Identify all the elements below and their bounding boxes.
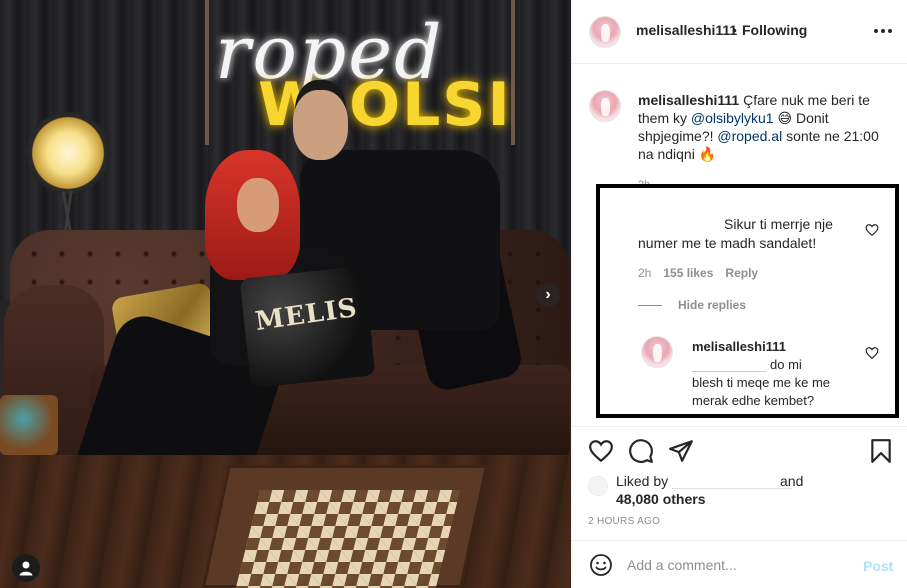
liked-by-and: and	[780, 473, 804, 489]
tagged-users-button[interactable]	[12, 554, 40, 582]
carousel-next-button[interactable]: ›	[536, 283, 560, 307]
post-caption: melisalleshi111 Çfare nuk me beri te the…	[638, 91, 893, 163]
reply-text: do mi blesh ti meqe me ke me merak edhe …	[692, 356, 857, 410]
comment-line-2: numer me te madh sandalet!	[638, 235, 817, 251]
comment-likes[interactable]: 155 likes	[663, 266, 713, 280]
reply-line-1: do mi	[770, 357, 802, 372]
header-separator: •	[732, 22, 737, 38]
heart-icon[interactable]	[588, 438, 614, 464]
bookmark-icon[interactable]	[868, 438, 894, 464]
comment-line-1: Sikur ti merrje nje	[724, 216, 833, 232]
chess-board	[235, 490, 461, 588]
reply-author-avatar[interactable]	[641, 336, 673, 368]
comment-like-heart-icon[interactable]	[865, 223, 879, 237]
post-timestamp[interactable]: 2 HOURS AGO	[588, 516, 660, 527]
likes-count[interactable]: 48,080 others	[616, 491, 706, 507]
redacted-mention	[692, 360, 766, 372]
hide-replies-label: Hide replies	[678, 298, 747, 312]
add-comment-input[interactable]	[627, 553, 847, 577]
send-icon[interactable]	[668, 438, 694, 464]
hide-replies-line	[638, 305, 662, 307]
reply-line-2: blesh ti meqe me ke me merak edhe kembet…	[692, 375, 831, 408]
caption-author-avatar[interactable]	[589, 90, 621, 122]
caption-mention-olsibylyku1[interactable]: @olsibylyku1	[691, 110, 774, 126]
post-photo[interactable]: roped W OLSI MELIS ›	[0, 0, 571, 588]
user-tag-icon	[19, 561, 33, 576]
reply-username[interactable]: melisalleshi111	[692, 339, 786, 354]
following-button[interactable]: Following	[742, 22, 807, 38]
post-header: melisalleshi111 • Following	[572, 0, 907, 64]
caption-username[interactable]: melisalleshi111	[638, 92, 739, 108]
liked-by-text: Liked by	[616, 473, 796, 490]
add-comment-divider	[572, 540, 907, 541]
floor-lamp	[26, 112, 110, 194]
caption-mention-roped[interactable]: @roped.al	[717, 128, 782, 144]
comment-reply-button[interactable]: Reply	[725, 266, 758, 280]
post-comment-button[interactable]: Post	[863, 558, 893, 574]
actions-divider	[572, 426, 907, 427]
comment-time: 2h	[638, 266, 652, 280]
woman-face	[237, 178, 279, 232]
hide-replies-button[interactable]: Hide replies	[638, 298, 746, 312]
comment-text: Sikur ti merrje nje numer me te madh san…	[638, 215, 868, 253]
liked-by-avatar[interactable]	[588, 476, 608, 496]
post-sidebar: melisalleshi111 • Following melisalleshi…	[571, 0, 907, 588]
smiley-icon[interactable]	[589, 553, 613, 577]
more-horizontal-icon	[874, 29, 892, 33]
author-avatar[interactable]	[589, 16, 621, 48]
more-options-button[interactable]	[872, 20, 894, 42]
comment-icon[interactable]	[628, 438, 654, 464]
reply-like-heart-icon[interactable]	[865, 346, 879, 360]
side-table	[0, 395, 58, 455]
comment-meta: 2h 155 likes Reply	[638, 266, 770, 280]
man-head	[293, 90, 348, 160]
redacted-liker	[672, 475, 793, 490]
author-username[interactable]: melisalleshi111	[636, 22, 737, 38]
liked-by-label: Liked by	[616, 473, 669, 489]
